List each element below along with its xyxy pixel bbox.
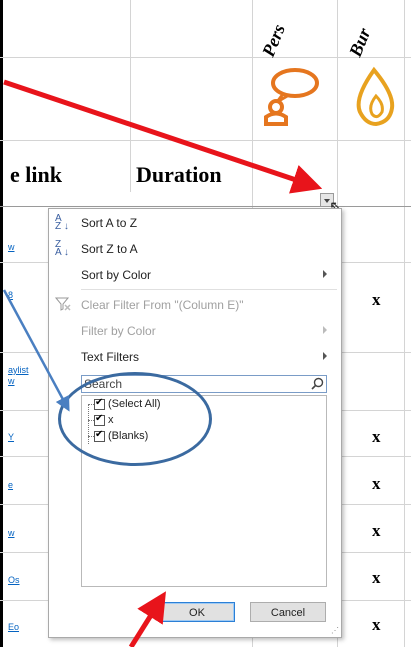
annotation-arrows (2, 79, 323, 647)
blue-arrow-to-checkboxes (2, 289, 70, 412)
red-arrow-to-ok-button (128, 591, 166, 647)
red-arrow-to-filter-button (3, 79, 323, 194)
